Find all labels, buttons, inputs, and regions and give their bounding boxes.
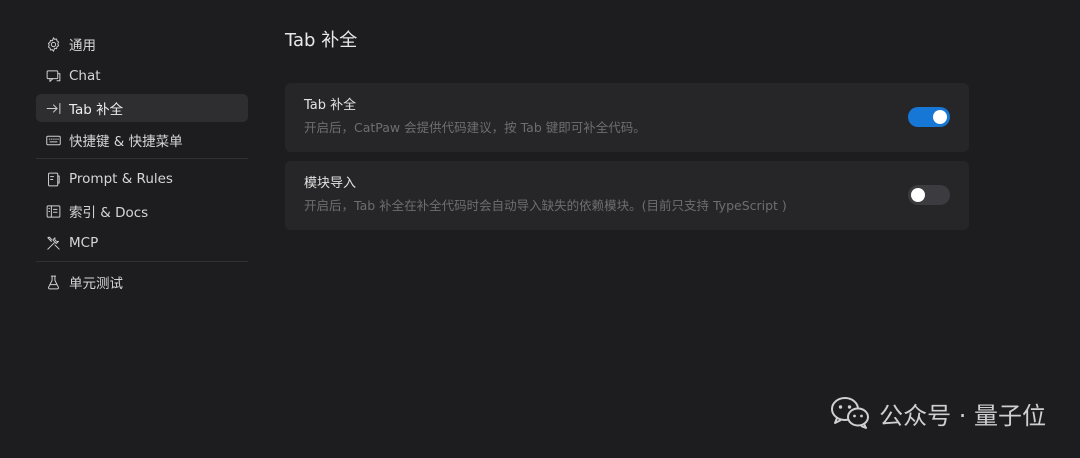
sidebar-item-label: 通用 [69, 38, 96, 54]
sidebar-item-label: MCP [69, 235, 99, 251]
setting-title: Tab 补全 [304, 98, 357, 113]
sidebar-item-mcp[interactable]: MCP [36, 229, 248, 257]
tab-completion-toggle[interactable] [908, 107, 950, 127]
page-title: Tab 补全 [285, 30, 358, 51]
sidebar-item-label: Tab 补全 [69, 102, 124, 118]
sidebar-item-chat[interactable]: Chat [36, 62, 248, 90]
sidebar-item-unit-test[interactable]: 单元测试 [36, 268, 248, 296]
settings-list: Tab 补全 开启后，CatPaw 会提供代码建议，按 Tab 键即可补全代码。… [285, 83, 969, 230]
sidebar-divider [36, 158, 248, 159]
sidebar-item-label: Prompt & Rules [69, 171, 173, 187]
gear-icon [44, 35, 62, 53]
settings-window: 通用 Chat Tab 补全 快捷键 & 快捷菜单 Prompt & Rules… [0, 0, 1080, 458]
document-icon [44, 170, 62, 188]
sidebar: 通用 Chat Tab 补全 快捷键 & 快捷菜单 Prompt & Rules… [36, 30, 248, 300]
setting-description: 开启后，Tab 补全在补全代码时会自动导入缺失的依赖模块。(目前只支持 Type… [304, 198, 787, 213]
wechat-icon [831, 397, 870, 429]
sidebar-item-label: Chat [69, 68, 101, 84]
module-import-toggle[interactable] [908, 185, 950, 205]
keyboard-icon [44, 131, 62, 149]
main-panel: Tab 补全 Tab 补全 开启后，CatPaw 会提供代码建议，按 Tab 键… [285, 28, 969, 239]
chat-icon [44, 67, 62, 85]
setting-card-module-import: 模块导入 开启后，Tab 补全在补全代码时会自动导入缺失的依赖模块。(目前只支持… [285, 161, 969, 230]
toggle-knob [933, 110, 947, 124]
sidebar-item-general[interactable]: 通用 [36, 30, 248, 58]
watermark: 公众号 · 量子位 [829, 395, 1046, 431]
setting-description: 开启后，CatPaw 会提供代码建议，按 Tab 键即可补全代码。 [304, 120, 646, 135]
watermark-text: 公众号 · 量子位 [879, 401, 1046, 430]
sidebar-divider [36, 261, 248, 262]
setting-card-tab-completion: Tab 补全 开启后，CatPaw 会提供代码建议，按 Tab 键即可补全代码。 [285, 83, 969, 152]
tab-arrow-icon [44, 99, 62, 117]
sidebar-item-index-docs[interactable]: 索引 & Docs [36, 197, 248, 225]
setting-title: 模块导入 [304, 176, 357, 191]
sidebar-item-label: 索引 & Docs [69, 205, 149, 221]
flask-icon [44, 273, 62, 291]
toggle-knob [911, 188, 925, 202]
sidebar-item-label: 单元测试 [69, 276, 123, 292]
sidebar-item-tab-completion[interactable]: Tab 补全 [36, 94, 248, 122]
tools-icon [44, 234, 62, 252]
book-icon [44, 202, 62, 220]
sidebar-item-prompt-rules[interactable]: Prompt & Rules [36, 165, 248, 193]
sidebar-item-shortcuts[interactable]: 快捷键 & 快捷菜单 [36, 126, 248, 154]
sidebar-item-label: 快捷键 & 快捷菜单 [69, 134, 183, 150]
